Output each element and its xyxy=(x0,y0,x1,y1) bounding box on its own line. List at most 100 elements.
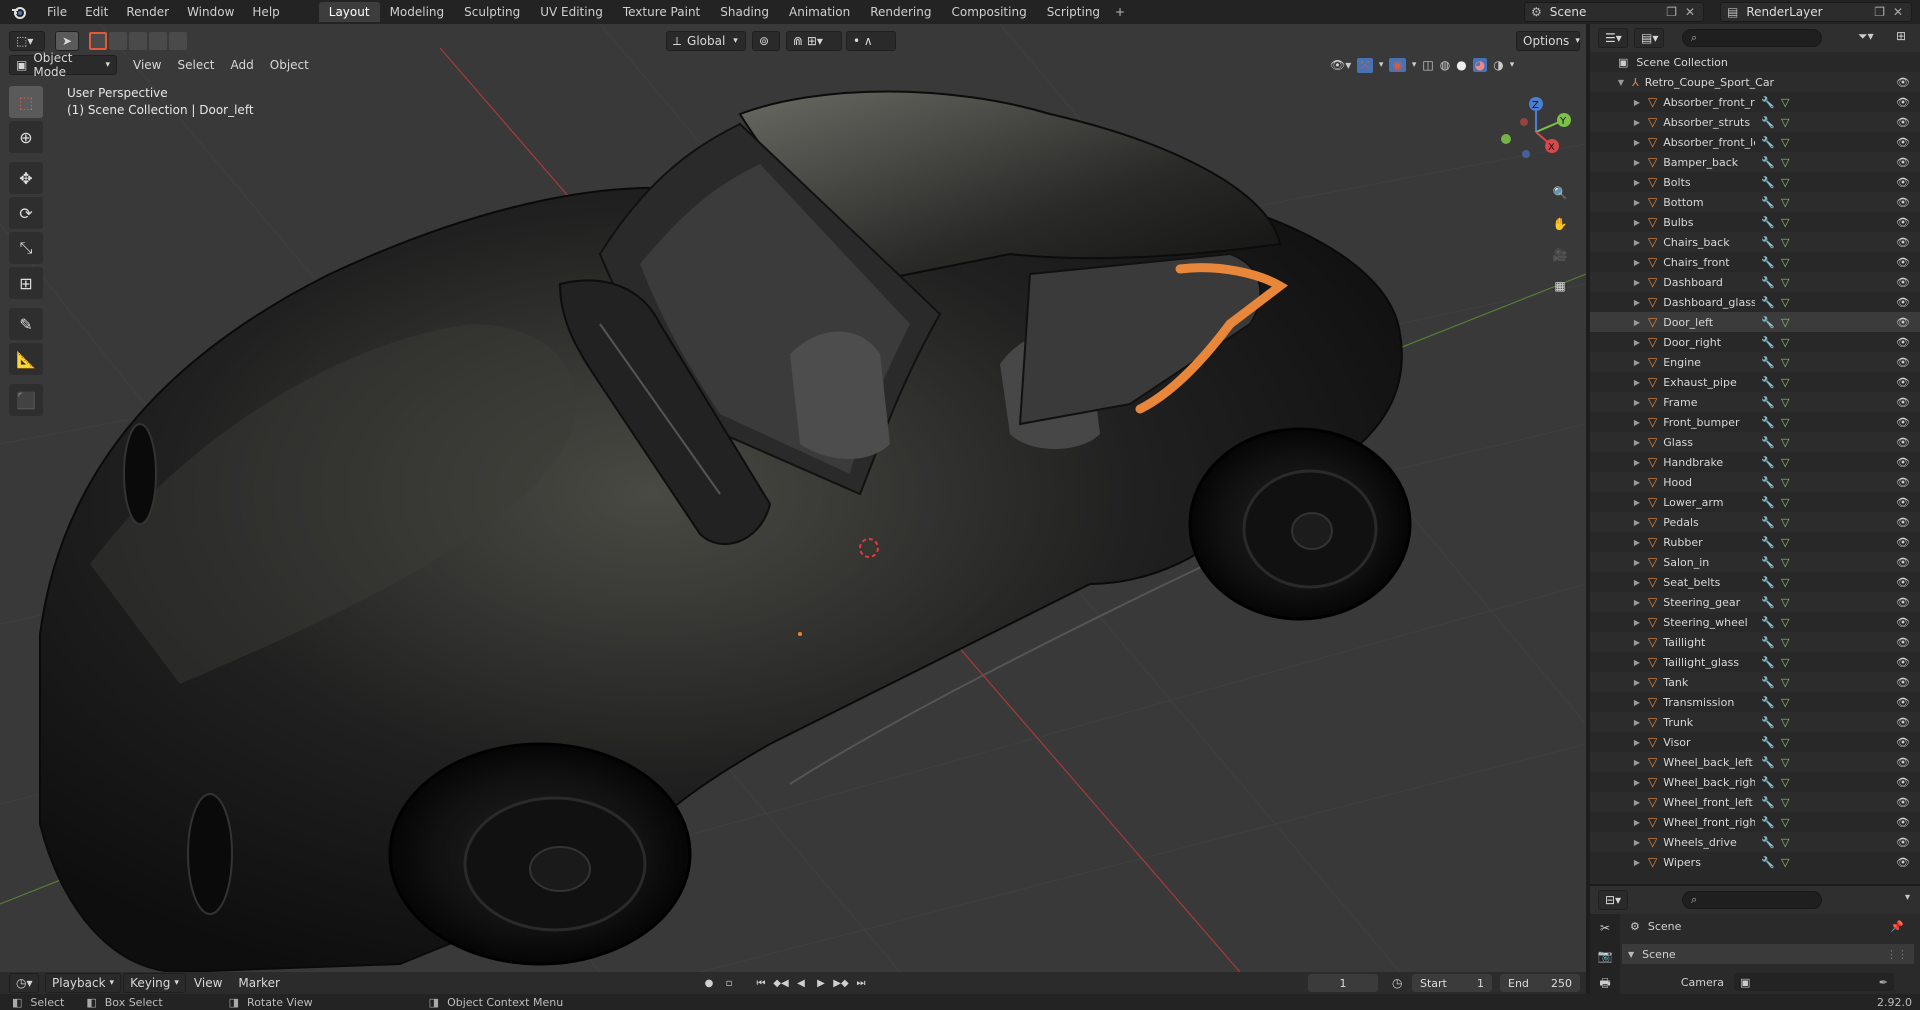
mesh-data-icon[interactable]: ▽ xyxy=(1781,316,1789,329)
visibility-eye-icon[interactable]: 👁 xyxy=(1896,256,1910,269)
mesh-data-icon[interactable]: ▽ xyxy=(1781,236,1789,249)
modifier-wrench-icon[interactable]: 🔧 xyxy=(1761,96,1775,109)
properties-editor-type[interactable]: ⊟▾ xyxy=(1598,890,1628,910)
outliner-item[interactable]: ▶ ▽ Chairs_front 🔧 ▽ 👁 xyxy=(1590,252,1920,272)
blender-logo-icon[interactable] xyxy=(8,1,30,23)
outliner-item[interactable]: ▶ ▽ Wipers 🔧 ▽ 👁 xyxy=(1590,852,1920,872)
visibility-eye-icon[interactable]: 👁 xyxy=(1896,756,1910,769)
scene-collection-row[interactable]: ▣ Scene Collection xyxy=(1590,52,1920,72)
expand-arrow-icon[interactable]: ▶ xyxy=(1632,838,1642,847)
expand-arrow-icon[interactable]: ▶ xyxy=(1632,138,1642,147)
gizmo-neg-x-axis[interactable] xyxy=(1520,118,1528,126)
outliner-item[interactable]: ▶ ▽ Wheel_front_left 🔧 ▽ 👁 xyxy=(1590,792,1920,812)
chevron-down-icon[interactable]: ▾ xyxy=(1510,60,1515,70)
gizmo-neg-z-axis[interactable] xyxy=(1522,150,1530,158)
outliner-item[interactable]: ▶ ▽ Steering_gear 🔧 ▽ 👁 xyxy=(1590,592,1920,612)
expand-arrow-icon[interactable]: ▶ xyxy=(1632,558,1642,567)
modifier-wrench-icon[interactable]: 🔧 xyxy=(1761,136,1775,149)
modifier-wrench-icon[interactable]: 🔧 xyxy=(1761,516,1775,529)
jump-start-icon[interactable]: ⏮ xyxy=(752,974,770,992)
expand-arrow-icon[interactable]: ▶ xyxy=(1632,458,1642,467)
expand-arrow-icon[interactable]: ▶ xyxy=(1632,178,1642,187)
modifier-wrench-icon[interactable]: 🔧 xyxy=(1761,536,1775,549)
mesh-data-icon[interactable]: ▽ xyxy=(1781,756,1789,769)
rendered-shading-icon[interactable]: ◑ xyxy=(1493,58,1503,72)
extend-selection-icon[interactable] xyxy=(109,32,127,50)
expand-arrow-icon[interactable]: ▶ xyxy=(1632,298,1642,307)
add-cube-tool[interactable]: ⬛ xyxy=(9,384,43,416)
outliner-item[interactable]: ▶ ▽ Lower_arm 🔧 ▽ 👁 xyxy=(1590,492,1920,512)
mesh-data-icon[interactable]: ▽ xyxy=(1781,136,1789,149)
select-box-tool[interactable]: ⬚ xyxy=(9,86,43,118)
modifier-wrench-icon[interactable]: 🔧 xyxy=(1761,376,1775,389)
timeline-view-menu[interactable]: View xyxy=(186,976,230,990)
modifier-wrench-icon[interactable]: 🔧 xyxy=(1761,496,1775,509)
tab-shading[interactable]: Shading xyxy=(710,2,779,22)
modifier-wrench-icon[interactable]: 🔧 xyxy=(1761,696,1775,709)
invert-selection-icon[interactable] xyxy=(149,32,167,50)
outliner-item[interactable]: ▶ ▽ Glass 🔧 ▽ 👁 xyxy=(1590,432,1920,452)
modifier-wrench-icon[interactable]: 🔧 xyxy=(1761,716,1775,729)
gizmo-icon[interactable]: ⤧ xyxy=(1357,57,1373,73)
visibility-eye-icon[interactable]: 👁 xyxy=(1896,456,1910,469)
visibility-eye-icon[interactable]: 👁 xyxy=(1896,416,1910,429)
end-frame-field[interactable]: End 250 xyxy=(1500,974,1580,992)
menu-add[interactable]: Add xyxy=(223,58,262,72)
expand-arrow-icon[interactable]: ▶ xyxy=(1632,598,1642,607)
pan-view-button[interactable]: ✋ xyxy=(1546,210,1574,238)
visibility-eye-icon[interactable]: 👁 xyxy=(1896,676,1910,689)
modifier-wrench-icon[interactable]: 🔧 xyxy=(1761,156,1775,169)
mesh-data-icon[interactable]: ▽ xyxy=(1781,596,1789,609)
mesh-data-icon[interactable]: ▽ xyxy=(1781,496,1789,509)
mesh-data-icon[interactable]: ▽ xyxy=(1781,636,1789,649)
modifier-wrench-icon[interactable]: 🔧 xyxy=(1761,856,1775,869)
visibility-eye-icon[interactable]: 👁 xyxy=(1896,516,1910,529)
mesh-data-icon[interactable]: ▽ xyxy=(1781,676,1789,689)
expand-arrow-icon[interactable]: ▶ xyxy=(1632,258,1642,267)
modifier-wrench-icon[interactable]: 🔧 xyxy=(1761,756,1775,769)
mesh-data-icon[interactable]: ▽ xyxy=(1781,196,1789,209)
outliner-item[interactable]: ▶ ▽ Transmission 🔧 ▽ 👁 xyxy=(1590,692,1920,712)
properties-search-input[interactable]: ⌕ xyxy=(1682,891,1822,909)
scale-tool[interactable]: ⤡ xyxy=(9,232,43,264)
collapse-arrow-icon[interactable]: ▼ xyxy=(1616,78,1626,87)
mesh-data-icon[interactable]: ▽ xyxy=(1781,436,1789,449)
modifier-wrench-icon[interactable]: 🔧 xyxy=(1761,456,1775,469)
cursor-tool[interactable]: ⊕ xyxy=(9,121,43,153)
modifier-wrench-icon[interactable]: 🔧 xyxy=(1761,736,1775,749)
visibility-eye-icon[interactable]: 👁 xyxy=(1896,716,1910,729)
outliner-item[interactable]: ▶ ▽ Wheel_back_right 🔧 ▽ 👁 xyxy=(1590,772,1920,792)
visibility-eye-icon[interactable]: 👁 xyxy=(1896,656,1910,669)
expand-arrow-icon[interactable]: ▶ xyxy=(1632,338,1642,347)
expand-arrow-icon[interactable]: ▶ xyxy=(1632,378,1642,387)
visibility-eye-icon[interactable]: 👁 xyxy=(1896,176,1910,189)
outliner-search-input[interactable]: ⌕ xyxy=(1682,29,1822,47)
expand-arrow-icon[interactable]: ▶ xyxy=(1632,478,1642,487)
expand-arrow-icon[interactable]: ▶ xyxy=(1632,718,1642,727)
outliner-item[interactable]: ▶ ▽ Taillight_glass 🔧 ▽ 👁 xyxy=(1590,652,1920,672)
mesh-data-icon[interactable]: ▽ xyxy=(1781,556,1789,569)
view-layer-selector[interactable]: ▤ RenderLayer ❐ ✕ xyxy=(1720,2,1912,22)
delete-view-layer-icon[interactable]: ✕ xyxy=(1893,5,1903,19)
modifier-wrench-icon[interactable]: 🔧 xyxy=(1761,316,1775,329)
drag-handle-icon[interactable]: ⋮⋮ xyxy=(1886,948,1908,961)
expand-arrow-icon[interactable]: ▶ xyxy=(1632,158,1642,167)
outliner-item[interactable]: ▶ ▽ Front_bumper 🔧 ▽ 👁 xyxy=(1590,412,1920,432)
expand-arrow-icon[interactable]: ▶ xyxy=(1632,98,1642,107)
eyedropper-icon[interactable]: ✒ xyxy=(1879,976,1888,989)
play-icon[interactable]: ▶ xyxy=(812,974,830,992)
expand-arrow-icon[interactable]: ▶ xyxy=(1632,238,1642,247)
visibility-eye-icon[interactable]: 👁 xyxy=(1896,316,1910,329)
annotate-tool[interactable]: ✎ xyxy=(9,308,43,340)
expand-arrow-icon[interactable]: ▶ xyxy=(1632,538,1642,547)
outliner-item[interactable]: ▶ ▽ Hood 🔧 ▽ 👁 xyxy=(1590,472,1920,492)
tab-animation[interactable]: Animation xyxy=(779,2,860,22)
visibility-eye-icon[interactable]: 👁 xyxy=(1896,336,1910,349)
select-tool-button[interactable]: ➤ xyxy=(55,31,79,51)
add-workspace-button[interactable]: + xyxy=(1110,2,1130,22)
expand-arrow-icon[interactable]: ▶ xyxy=(1632,858,1642,867)
current-frame-field[interactable]: 1 xyxy=(1308,974,1378,992)
modifier-wrench-icon[interactable]: 🔧 xyxy=(1761,476,1775,489)
intersect-selection-icon[interactable] xyxy=(169,32,187,50)
visibility-eye-icon[interactable]: 👁 xyxy=(1896,396,1910,409)
